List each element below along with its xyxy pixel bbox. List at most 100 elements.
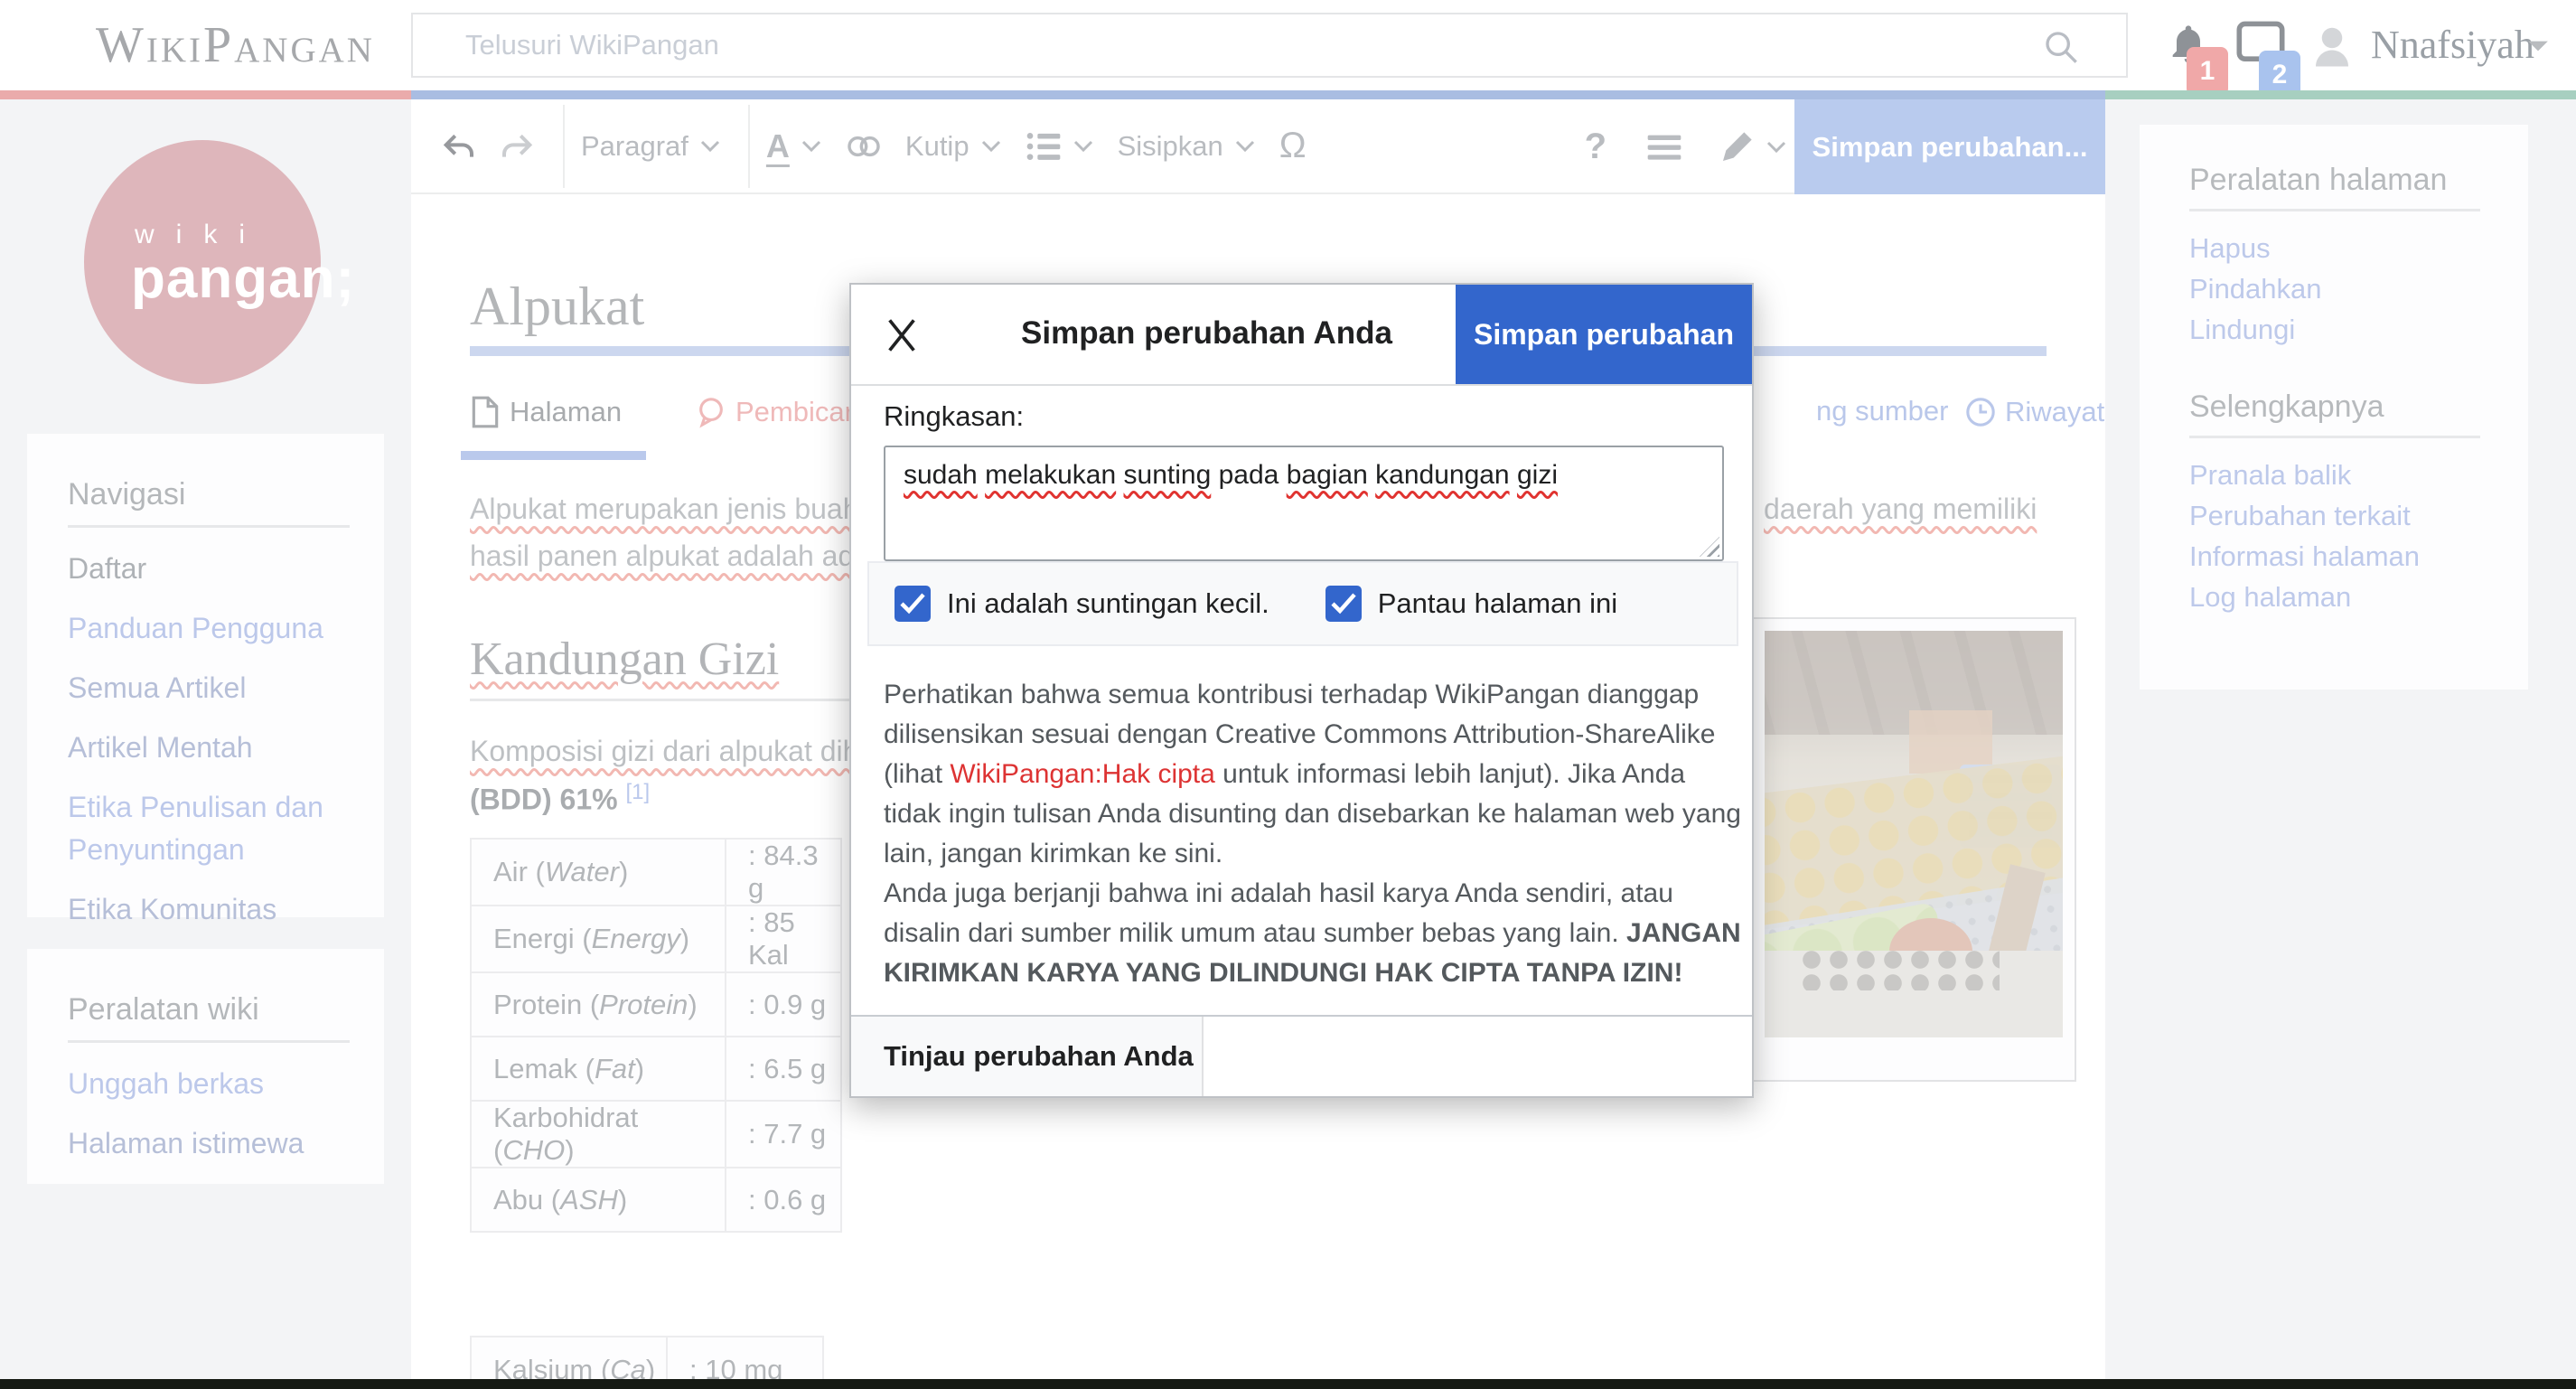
special-character-button[interactable]: Ω bbox=[1279, 126, 1307, 166]
cite-dropdown[interactable]: Kutip bbox=[905, 130, 1002, 163]
logo-text-wiki: wiki bbox=[135, 220, 267, 250]
wiki-tools-title: Peralatan wiki bbox=[27, 949, 384, 1040]
accent-strip-pink bbox=[0, 90, 411, 99]
table-row: Lemak Fat: 6.5 g bbox=[471, 1037, 841, 1101]
watch-page-label: Pantau halaman ini bbox=[1378, 587, 1617, 620]
text-style-dropdown[interactable]: A bbox=[766, 127, 822, 165]
logo-text-pangan: pangan; bbox=[131, 247, 355, 311]
help-button[interactable]: ? bbox=[1585, 127, 1606, 167]
notification-count-badge[interactable]: 1 bbox=[2187, 47, 2228, 96]
watch-page-checkbox[interactable] bbox=[1325, 586, 1362, 622]
link-icon bbox=[846, 128, 882, 164]
sidebar-item-semua-artikel[interactable]: Semua Artikel bbox=[68, 667, 357, 709]
page-tools-card: Peralatan halaman Hapus Pindahkan Lindun… bbox=[2140, 125, 2528, 690]
nutrition-table: Air Water: 84.3 gEnergi Energy: 85 KalPr… bbox=[470, 838, 842, 1233]
bullet-list-icon bbox=[1026, 128, 1062, 164]
edit-mode-pencil-icon[interactable] bbox=[1719, 129, 1755, 165]
wiki-tools-card: Peralatan wiki Unggah berkas Halaman ist… bbox=[27, 949, 384, 1184]
save-changes-dialog: Simpan perubahan Anda Simpan perubahan R… bbox=[849, 283, 1754, 1098]
bottom-edge-bar bbox=[0, 1379, 2576, 1389]
intro-text-line1: Alpukat merupakan jenis buah- bbox=[470, 493, 868, 526]
site-logo[interactable]: WikiPangan bbox=[96, 16, 375, 74]
more-title: Selengkapnya bbox=[2140, 359, 2528, 436]
chevron-down-icon bbox=[1073, 139, 1094, 154]
accent-strip-blue bbox=[411, 90, 2105, 99]
save-changes-toolbar-button[interactable]: Simpan perubahan... bbox=[1794, 99, 2105, 194]
intro-text-line2: hasil panen alpukat adalah adal bbox=[470, 540, 876, 573]
page-tool-lindungi[interactable]: Lindungi bbox=[2189, 309, 2510, 350]
save-changes-button[interactable]: Simpan perubahan bbox=[1456, 285, 1752, 384]
sidebar-item-etika-penulisan[interactable]: Etika Penulisan dan Penyuntingan bbox=[68, 786, 357, 871]
right-sidebar: Peralatan halaman Hapus Pindahkan Lindun… bbox=[2105, 99, 2576, 1381]
table-row: Energi Energy: 85 Kal bbox=[471, 906, 841, 972]
review-changes-button[interactable]: Tinjau perubahan Anda bbox=[851, 1017, 1204, 1096]
user-avatar-icon[interactable] bbox=[2308, 22, 2356, 70]
page-options-menu-icon[interactable] bbox=[1646, 129, 1682, 165]
article-image-frame bbox=[1751, 617, 2076, 1082]
toolbar-separator bbox=[563, 105, 565, 188]
watch-page-option[interactable]: Pantau halaman ini bbox=[1325, 586, 1617, 622]
page-tool-hapus[interactable]: Hapus bbox=[2189, 228, 2510, 268]
search-placeholder: Telusuri WikiPangan bbox=[465, 29, 719, 61]
minor-edit-checkbox[interactable] bbox=[895, 586, 931, 622]
chevron-down-icon[interactable] bbox=[1766, 140, 1787, 155]
tab-sunting-sumber-partial[interactable]: ng sumber bbox=[1816, 395, 1948, 427]
left-sidebar: wiki pangan; Navigasi Daftar Panduan Pen… bbox=[0, 99, 411, 1381]
table-row: Abu ASH: 0.6 g bbox=[471, 1168, 841, 1232]
sidebar-item-daftar[interactable]: Daftar bbox=[68, 548, 357, 590]
user-menu-caret-icon[interactable] bbox=[2526, 38, 2550, 54]
sidebar-item-artikel-mentah[interactable]: Artikel Mentah bbox=[68, 727, 357, 769]
insert-dropdown[interactable]: Sisipkan bbox=[1118, 130, 1256, 163]
wikipangan-editor-page: WikiPangan Telusuri WikiPangan 1 2 Nnafs… bbox=[0, 0, 2576, 1389]
clock-icon bbox=[1965, 395, 1996, 429]
toolbar-separator bbox=[748, 105, 750, 188]
table-row: Air Water: 84.3 g bbox=[471, 839, 841, 906]
textarea-resize-handle[interactable] bbox=[1700, 537, 1719, 557]
undo-icon bbox=[440, 128, 476, 164]
summary-label: Ringkasan: bbox=[884, 400, 1024, 433]
nav-title: Navigasi bbox=[27, 434, 384, 525]
sidebar-item-etika-komunitas[interactable]: Etika Komunitas bbox=[68, 888, 357, 931]
sidebar-item-unggah-berkas[interactable]: Unggah berkas bbox=[68, 1063, 357, 1105]
dialog-header: Simpan perubahan Anda Simpan perubahan bbox=[851, 285, 1752, 386]
chevron-down-icon bbox=[699, 139, 721, 154]
talk-bubble-icon bbox=[696, 395, 726, 429]
minor-edit-option[interactable]: Ini adalah suntingan kecil. bbox=[895, 586, 1269, 622]
intro-text-right-fragment: daerah yang memiliki bbox=[1764, 493, 2037, 526]
wikipangan-logo: wiki pangan; bbox=[84, 140, 321, 384]
dialog-footer: Tinjau perubahan Anda bbox=[851, 1015, 1752, 1096]
undo-button[interactable] bbox=[440, 128, 476, 164]
active-tab-underline bbox=[461, 451, 646, 460]
search-input[interactable]: Telusuri WikiPangan bbox=[411, 13, 2128, 78]
sidebar-item-halaman-istimewa[interactable]: Halaman istimewa bbox=[68, 1122, 357, 1165]
username[interactable]: Nnafsiyah bbox=[2371, 22, 2534, 68]
close-icon[interactable] bbox=[884, 317, 920, 353]
redo-button[interactable] bbox=[500, 128, 536, 164]
link-button[interactable] bbox=[846, 128, 882, 164]
more-perubahan-terkait[interactable]: Perubahan terkait bbox=[2189, 495, 2510, 536]
accent-strip-green bbox=[2105, 90, 2576, 99]
more-log-halaman[interactable]: Log halaman bbox=[2189, 577, 2510, 617]
tab-halaman[interactable]: Halaman bbox=[470, 395, 622, 429]
page-title: Alpukat bbox=[470, 276, 644, 338]
paragraph-format-dropdown[interactable]: Paragraf bbox=[581, 130, 721, 163]
list-structure-dropdown[interactable] bbox=[1026, 128, 1094, 164]
page-tools-title: Peralatan halaman bbox=[2140, 125, 2528, 209]
reference-link[interactable]: [1] bbox=[625, 780, 650, 804]
sidebar-item-panduan-pengguna[interactable]: Panduan Pengguna bbox=[68, 607, 357, 650]
navigation-card: Navigasi Daftar Panduan Pengguna Semua A… bbox=[27, 434, 384, 917]
summary-textarea[interactable]: sudah melakukan sunting pada bagian kand… bbox=[884, 446, 1724, 561]
tab-riwayat[interactable]: Riwayat bbox=[1965, 395, 2104, 429]
more-informasi-halaman[interactable]: Informasi halaman bbox=[2189, 536, 2510, 577]
more-pranala-balik[interactable]: Pranala balik bbox=[2189, 455, 2510, 495]
search-icon[interactable] bbox=[2043, 29, 2079, 65]
license-notice-text: Perhatikan bahwa semua kontribusi terhad… bbox=[884, 675, 1742, 993]
chevron-down-icon bbox=[801, 139, 822, 154]
table-row: Karbohidrat CHO: 7.7 g bbox=[471, 1101, 841, 1168]
fruit-market-photo[interactable] bbox=[1765, 631, 2063, 1037]
hak-cipta-link[interactable]: WikiPangan:Hak cipta bbox=[950, 759, 1214, 789]
chevron-down-icon bbox=[1234, 139, 1256, 154]
section-intro-text: Komposisi gizi dari alpukat dihit bbox=[470, 735, 873, 768]
table-row: Protein Protein: 0.9 g bbox=[471, 972, 841, 1037]
page-tool-pindahkan[interactable]: Pindahkan bbox=[2189, 268, 2510, 309]
